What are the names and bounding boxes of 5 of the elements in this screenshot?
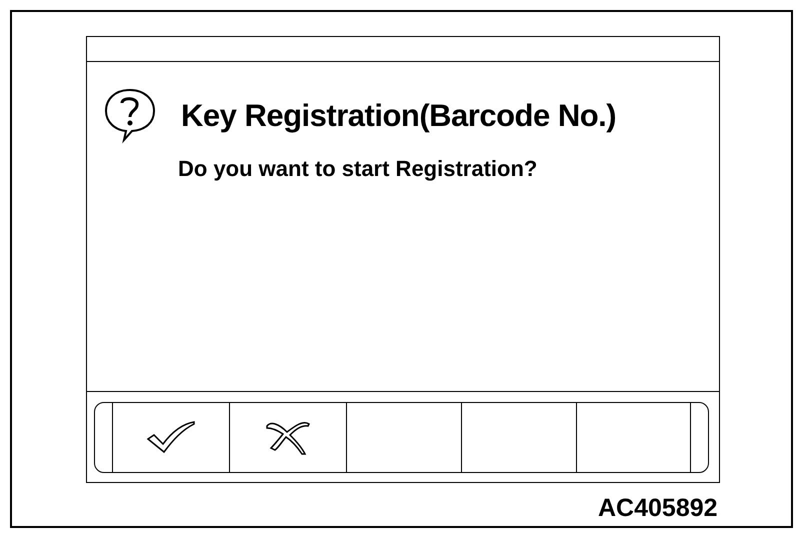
dialog-message: Do you want to start Registration? bbox=[178, 155, 538, 183]
figure-code: AC405892 bbox=[598, 493, 718, 524]
question-bubble-icon bbox=[104, 88, 156, 144]
checkmark-icon bbox=[146, 420, 196, 454]
dialog-title: Key Registration(Barcode No.) bbox=[181, 96, 616, 135]
